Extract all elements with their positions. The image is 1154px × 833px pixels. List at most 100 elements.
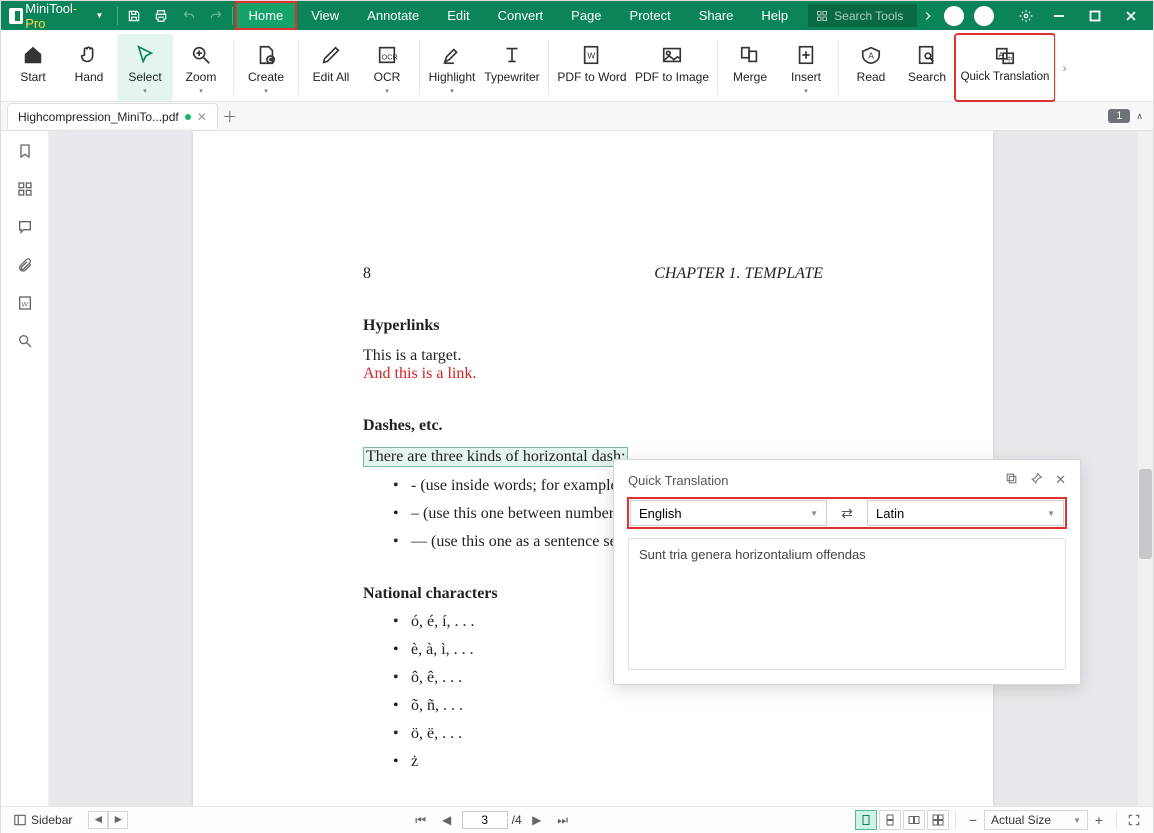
undo-icon[interactable]	[175, 1, 202, 30]
thumbnails-icon[interactable]	[15, 179, 35, 199]
cart-icon[interactable]	[939, 1, 969, 30]
close-button[interactable]	[1113, 1, 1149, 30]
settings-icon[interactable]	[1011, 1, 1041, 30]
maximize-button[interactable]	[1077, 1, 1113, 30]
link-text[interactable]: And this is a link.	[363, 365, 823, 383]
menu-tab-share[interactable]: Share	[685, 1, 748, 30]
redo-icon[interactable]	[202, 1, 229, 30]
menu-tab-annotate[interactable]: Annotate	[353, 1, 433, 30]
qt-swap-icon[interactable]: ⇄	[835, 505, 859, 522]
quick-translation-panel: Quick Translation ✕ English▼ ⇄ Latin▼ Su…	[613, 459, 1081, 685]
next-tools-icon[interactable]	[917, 1, 939, 30]
ribbon-read[interactable]: ARead	[843, 34, 899, 101]
document-tab-name: Highcompression_MiniTo...pdf	[18, 110, 179, 124]
menu-tab-page[interactable]: Page	[557, 1, 615, 30]
svg-text:OCR: OCR	[382, 53, 398, 62]
menu-tab-edit[interactable]: Edit	[433, 1, 483, 30]
svg-text:中: 中	[1006, 55, 1012, 64]
qt-pin-icon[interactable]	[1030, 472, 1043, 488]
ribbon-merge[interactable]: Merge	[722, 34, 778, 101]
menu-tab-view[interactable]: View	[297, 1, 353, 30]
next-page-icon[interactable]: ►	[108, 811, 128, 829]
page-number: 8	[363, 265, 371, 283]
print-icon[interactable]	[148, 1, 175, 30]
left-sidebar: W	[1, 131, 49, 806]
app-title: MiniTool-Pro	[25, 1, 89, 31]
brand-dropdown-icon[interactable]: ▼	[92, 11, 108, 20]
list-item: õ, ñ, . . .	[393, 697, 823, 715]
page-total: /4	[512, 813, 522, 827]
account-icon[interactable]	[969, 1, 999, 30]
ribbon-hand[interactable]: Hand	[61, 34, 117, 101]
menu-tab-home[interactable]: Home	[235, 1, 298, 30]
scrollbar-thumb[interactable]	[1139, 469, 1152, 559]
prev-page-icon[interactable]: ◄	[88, 811, 108, 829]
qt-close-icon[interactable]: ✕	[1055, 472, 1066, 488]
fullscreen-icon[interactable]	[1123, 813, 1145, 827]
prev-page-icon-2[interactable]: ◀	[436, 813, 458, 827]
ribbon-highlight[interactable]: Highlight▾	[424, 34, 480, 101]
list-item: ö, ë, . . .	[393, 725, 823, 743]
svg-text:A: A	[999, 50, 1004, 59]
close-tab-icon[interactable]: ✕	[197, 110, 207, 124]
app-logo-icon	[9, 8, 23, 24]
qt-source-lang-select[interactable]: English▼	[630, 500, 827, 526]
comments-icon[interactable]	[15, 217, 35, 237]
attachments-icon[interactable]	[15, 255, 35, 275]
list-item: ż	[393, 753, 823, 771]
page-input[interactable]	[462, 811, 508, 829]
svg-text:W: W	[21, 301, 28, 308]
ribbon-create[interactable]: Create▾	[238, 34, 294, 101]
collapse-ribbon-icon[interactable]: ∧	[1136, 111, 1143, 122]
qt-title-label: Quick Translation	[628, 473, 728, 488]
vertical-scrollbar[interactable]	[1138, 131, 1153, 806]
qt-result-box: Sunt tria genera horizontalium offendas	[628, 538, 1066, 670]
sidebar-label: Sidebar	[31, 813, 72, 827]
ribbon-select[interactable]: Select▾	[117, 34, 173, 101]
view-continuous[interactable]	[879, 810, 901, 830]
view-two-page[interactable]	[903, 810, 925, 830]
ribbon-search[interactable]: Search	[899, 34, 955, 101]
ribbon-typewriter[interactable]: Typewriter	[480, 34, 544, 101]
ribbon-edit-all[interactable]: Edit All	[303, 34, 359, 101]
ribbon-ocr[interactable]: OCROCR▾	[359, 34, 415, 101]
zoom-select[interactable]: Actual Size▼	[984, 810, 1088, 830]
menu-tab-help[interactable]: Help	[747, 1, 802, 30]
word-icon[interactable]: W	[15, 293, 35, 313]
qt-target-lang-select[interactable]: Latin▼	[867, 500, 1064, 526]
ribbon-pdf-to-image[interactable]: PDF to Image	[631, 34, 713, 101]
ribbon-pdf-to-word[interactable]: WPDF to Word	[553, 34, 631, 101]
ribbon-toolbar: Start Hand Select▾ Zoom▾ Create▾ Edit Al…	[1, 30, 1153, 102]
search-placeholder: Search Tools	[834, 9, 903, 23]
ribbon-insert[interactable]: Insert▾	[778, 34, 834, 101]
menu-tab-convert[interactable]: Convert	[484, 1, 558, 30]
find-icon[interactable]	[15, 331, 35, 351]
zoom-in-button[interactable]: +	[1088, 812, 1110, 828]
ribbon-zoom[interactable]: Zoom▾	[173, 34, 229, 101]
save-icon[interactable]	[120, 1, 147, 30]
section-hyperlinks: Hyperlinks	[363, 317, 823, 335]
zoom-out-button[interactable]: −	[962, 812, 984, 828]
ribbon-start[interactable]: Start	[5, 34, 61, 101]
ribbon-quick-translation[interactable]: A中Quick Translation	[955, 34, 1055, 101]
minimize-button[interactable]	[1041, 1, 1077, 30]
chapter-title: CHAPTER 1. TEMPLATE	[654, 265, 823, 283]
document-tab[interactable]: Highcompression_MiniTo...pdf ✕	[7, 103, 218, 129]
search-tools-input[interactable]: Search Tools	[808, 4, 917, 27]
qt-copy-icon[interactable]	[1005, 472, 1018, 488]
view-single-page[interactable]	[855, 810, 877, 830]
new-tab-button[interactable]: ＋	[218, 106, 242, 127]
first-page-icon[interactable]: ⏮	[410, 813, 432, 828]
main-menu: Home View Annotate Edit Convert Page Pro…	[235, 1, 803, 30]
ribbon-scroll-right[interactable]: ›	[1055, 34, 1073, 101]
selected-text[interactable]: There are three kinds of horizontal dash…	[363, 447, 628, 467]
next-page-icon-2[interactable]: ▶	[526, 813, 548, 827]
view-two-continuous[interactable]	[927, 810, 949, 830]
target-text: This is a target.	[363, 347, 823, 365]
sidebar-toggle-icon[interactable]	[9, 813, 31, 827]
unsaved-indicator-icon	[185, 114, 191, 120]
menu-tab-protect[interactable]: Protect	[616, 1, 685, 30]
bookmarks-icon[interactable]	[15, 141, 35, 161]
svg-text:W: W	[587, 52, 595, 61]
last-page-icon[interactable]: ⏭	[552, 813, 574, 828]
